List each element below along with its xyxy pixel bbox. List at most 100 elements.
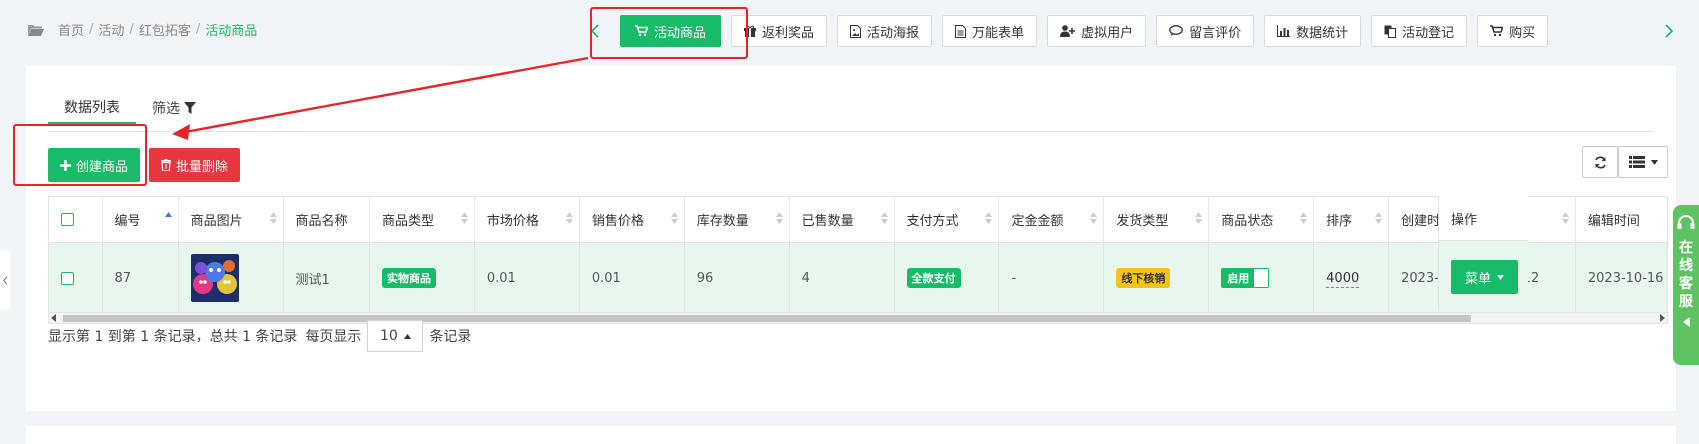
tab-data-list[interactable]: 数据列表 xyxy=(48,92,136,124)
button-label: 创建商品 xyxy=(76,159,129,175)
column-header[interactable]: 销售价格 xyxy=(579,197,685,243)
tabs-strip: 活动商品 返利奖品 活动海报 万能表单 虚拟用户 留言评价 数据统计 活动登记 … xyxy=(620,15,1650,47)
list-icon xyxy=(1628,156,1645,168)
sort-icon xyxy=(460,212,468,224)
scroll-right-icon[interactable] xyxy=(1659,314,1665,322)
cell-image[interactable] xyxy=(178,242,284,314)
cell-stock: 96 xyxy=(684,242,790,314)
online-service-widget[interactable]: 在线客服 xyxy=(1673,205,1699,365)
batch-delete-button[interactable]: 批量删除 xyxy=(149,148,241,182)
sidebar-expand-handle[interactable] xyxy=(0,250,10,310)
tab-purchase[interactable]: 购买 xyxy=(1477,15,1549,47)
goods-thumbnail[interactable] xyxy=(190,254,239,303)
cell-type: 实物商品 xyxy=(369,242,475,314)
breadcrumb-home[interactable]: 首页 xyxy=(58,20,84,39)
online-service-label: 在线客服 xyxy=(1679,240,1693,310)
tab-filter[interactable]: 筛选 xyxy=(136,92,212,124)
tab-label: 活动商品 xyxy=(654,25,707,41)
sort-icon xyxy=(880,212,888,224)
caret-down-icon xyxy=(1650,159,1658,165)
bar-chart-icon xyxy=(1277,25,1291,37)
column-header[interactable]: 商品图片 xyxy=(178,197,284,243)
column-header[interactable]: 商品类型 xyxy=(369,197,475,243)
breadcrumb-red-envelope[interactable]: 红包拓客 xyxy=(139,20,191,39)
breadcrumb-activity[interactable]: 活动 xyxy=(98,20,124,39)
tab-rebate-prize[interactable]: 返利奖品 xyxy=(731,15,828,47)
cart-icon xyxy=(635,25,648,37)
column-header[interactable]: 编辑时间 xyxy=(1575,197,1667,243)
breadcrumb-separator: / xyxy=(195,22,201,37)
sort-icon xyxy=(1300,212,1308,224)
columns-toggle-button[interactable] xyxy=(1618,146,1668,178)
column-header[interactable]: 已售数量 xyxy=(789,197,895,243)
column-header[interactable]: 库存数量 xyxy=(684,197,790,243)
tab-universal-form[interactable]: 万能表单 xyxy=(942,15,1038,47)
select-all-header[interactable] xyxy=(49,197,103,243)
trash-icon xyxy=(161,159,171,171)
column-header[interactable]: 支付方式 xyxy=(894,197,1000,243)
column-header[interactable]: 定金金额 xyxy=(998,197,1105,243)
row-select-cell[interactable] xyxy=(49,242,103,314)
tab-statistics[interactable]: 数据统计 xyxy=(1264,15,1362,47)
tab-virtual-user[interactable]: 虚拟用户 xyxy=(1047,15,1147,47)
tabs-scroll-left[interactable] xyxy=(588,20,602,42)
tab-activity-registration[interactable]: 活动登记 xyxy=(1371,15,1468,47)
pagination-summary: 显示第 1 到第 1 条记录，总共 1 条记录 xyxy=(48,329,298,345)
tab-label: 虚拟用户 xyxy=(1081,25,1134,41)
top-bar: 首页 / 活动 / 红包拓客 / 活动商品 活动商品 返利奖品 活动海报 万能表… xyxy=(0,0,1699,58)
copy-icon xyxy=(1384,25,1397,38)
caret-left-icon xyxy=(1682,317,1690,327)
panel-tabs: 数据列表 筛选 xyxy=(48,92,212,124)
status-toggle[interactable]: 启用 xyxy=(1221,268,1270,289)
chevron-left-icon xyxy=(2,275,7,285)
column-header-operation: 操作 xyxy=(1439,196,1528,241)
tab-activity-poster[interactable]: 活动海报 xyxy=(837,15,933,47)
tabs-divider xyxy=(48,131,1654,132)
tab-label: 万能表单 xyxy=(972,25,1025,41)
tabs-scroll-right[interactable] xyxy=(1662,20,1676,42)
column-header[interactable]: 编号 xyxy=(102,197,179,243)
cell-name: 测试1 xyxy=(283,242,371,314)
tab-label: 活动登记 xyxy=(1402,25,1455,41)
sort-asc-icon xyxy=(164,212,172,217)
column-header[interactable]: 商品状态 xyxy=(1208,197,1315,243)
pagination: 显示第 1 到第 1 条记录，总共 1 条记录 每页显示 10 条记录 xyxy=(48,320,471,352)
payment-badge: 全款支付 xyxy=(906,268,961,289)
column-header[interactable]: 发货类型 xyxy=(1103,197,1210,243)
tab-label: 筛选 xyxy=(152,101,180,117)
sort-editable[interactable]: 4000 xyxy=(1326,270,1360,288)
sort-icon xyxy=(985,212,993,224)
select-all-checkbox[interactable] xyxy=(61,212,74,226)
tab-label: 返利奖品 xyxy=(762,25,815,41)
page-size-select[interactable]: 10 xyxy=(367,320,424,352)
goods-table: 编号 商品图片 商品名称 商品类型 市场价格 销售价格 库存数量 已售数量 支付… xyxy=(48,196,1668,321)
main-panel: 数据列表 筛选 创建商品 批量删除 编号 商品图片 商品名称 商品类型 市场价格… xyxy=(26,66,1676,411)
tab-label: 留言评价 xyxy=(1189,25,1242,41)
row-checkbox[interactable] xyxy=(61,271,74,285)
column-header[interactable]: 商品名称 xyxy=(283,197,371,243)
breadcrumb: 首页 / 活动 / 红包拓客 / 活动商品 xyxy=(28,20,257,39)
cell-market-price: 0.01 xyxy=(474,242,580,314)
column-header[interactable]: 排序 xyxy=(1313,197,1390,243)
row-menu-button[interactable]: 菜单 xyxy=(1451,260,1519,294)
refresh-button[interactable] xyxy=(1582,146,1618,178)
cell-edited: 2023-10-16 10: xyxy=(1575,242,1667,314)
sort-icon xyxy=(1561,212,1569,224)
column-header[interactable]: 市场价格 xyxy=(474,197,580,243)
user-plus-icon xyxy=(1060,25,1076,37)
breadcrumb-current: 活动商品 xyxy=(205,24,258,39)
table-header-row: 编号 商品图片 商品名称 商品类型 市场价格 销售价格 库存数量 已售数量 支付… xyxy=(49,197,1667,243)
breadcrumb-separator: / xyxy=(129,22,134,37)
create-goods-button[interactable]: 创建商品 xyxy=(48,148,141,182)
operation-column: 操作 菜单 xyxy=(1438,196,1528,313)
tab-activity-goods[interactable]: 活动商品 xyxy=(620,15,722,47)
sort-icon xyxy=(1090,212,1098,224)
filter-icon xyxy=(184,102,196,114)
cell-sold: 4 xyxy=(789,242,895,314)
tab-label: 数据列表 xyxy=(64,100,120,116)
tab-comments[interactable]: 留言评价 xyxy=(1156,15,1255,47)
table-row[interactable]: 87 测试1 实物商品 0.01 0.01 96 4 全款支付 - 线下核销 启… xyxy=(49,242,1667,314)
caret-down-icon xyxy=(1497,274,1505,280)
headset-icon xyxy=(1677,215,1695,229)
plus-icon xyxy=(60,159,71,171)
